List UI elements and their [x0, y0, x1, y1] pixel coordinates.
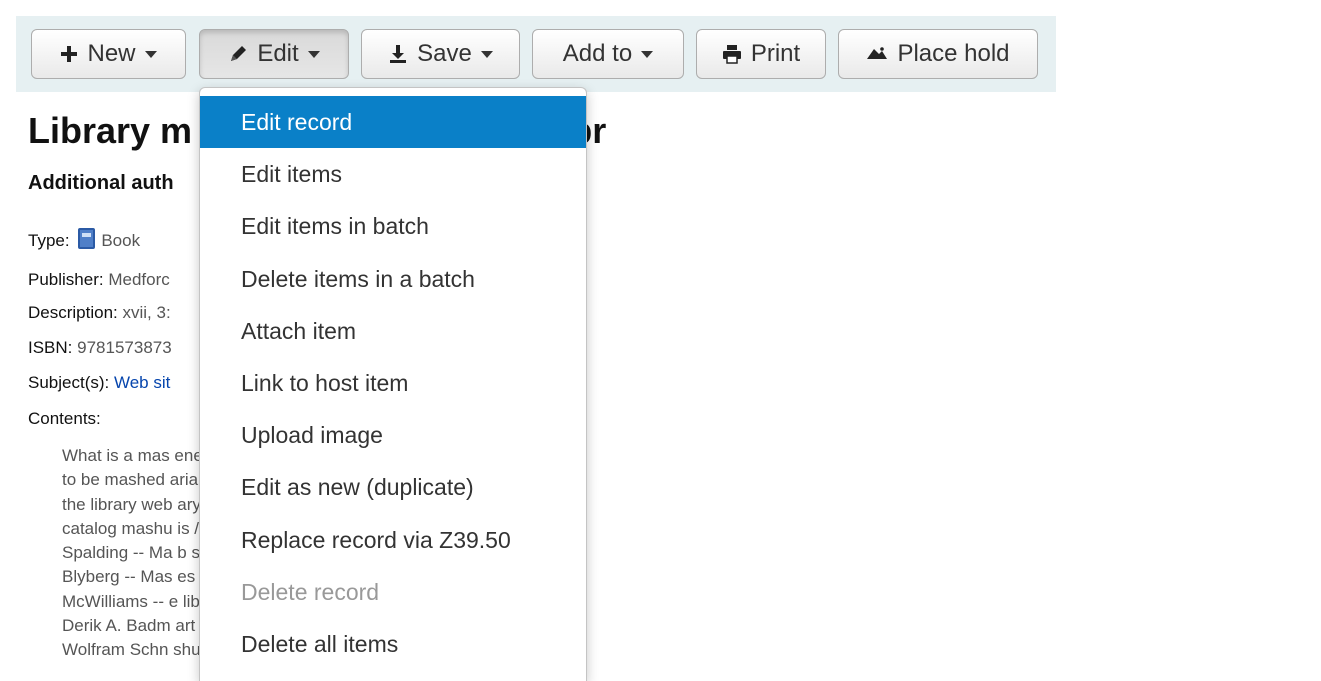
publisher-row: Publisher: Medforc	[28, 270, 170, 290]
plus-icon	[60, 45, 78, 63]
chevron-down-icon	[480, 50, 493, 58]
menu-item-edit-as-new[interactable]: Edit as new (duplicate)	[200, 461, 586, 513]
add-to-button-label: Add to	[562, 40, 633, 67]
printer-icon	[722, 44, 742, 64]
chevron-down-icon	[641, 50, 654, 58]
type-row: Type: Book	[28, 228, 140, 251]
book-icon	[78, 228, 96, 249]
subjects-row: Subject(s): Web sit	[28, 373, 170, 393]
new-button-label: New	[87, 40, 136, 67]
download-icon	[388, 44, 408, 64]
isbn-value: 9781573873	[77, 338, 172, 357]
publisher-label: Publisher:	[28, 270, 104, 289]
menu-item-delete-record: Delete record	[241, 578, 380, 605]
place-hold-button[interactable]: Place hold	[838, 29, 1038, 79]
menu-item-attach-item[interactable]: Attach item	[200, 305, 586, 357]
toolbar: New Edit Save Add to Print Place hold	[16, 16, 1056, 92]
description-value: xvii, 3:	[122, 303, 171, 322]
save-button[interactable]: Save	[361, 29, 520, 79]
menu-item-delete-all-items[interactable]: Delete all items	[200, 618, 586, 670]
print-button[interactable]: Print	[696, 29, 826, 79]
menu-item-edit-items-in-batch[interactable]: Edit items in batch	[200, 200, 586, 252]
subjects-label: Subject(s):	[28, 373, 110, 392]
isbn-row: ISBN: 9781573873	[28, 338, 172, 358]
chevron-down-icon	[307, 50, 320, 58]
print-button-label: Print	[750, 40, 801, 67]
additional-authors-label: Additional auth	[28, 172, 174, 194]
menu-item-edit-items[interactable]: Edit items	[200, 148, 586, 200]
menu-item-delete-items-in-batch[interactable]: Delete items in a batch	[200, 253, 586, 305]
menu-item-replace-record-z3950[interactable]: Replace record via Z39.50	[200, 514, 586, 566]
description-row: Description: xvii, 3:	[28, 303, 171, 323]
chevron-down-icon	[144, 50, 157, 58]
hold-icon	[866, 46, 888, 62]
add-to-button[interactable]: Add to	[532, 29, 684, 79]
pencil-icon	[228, 44, 248, 64]
save-button-label: Save	[417, 40, 472, 67]
publisher-value: Medforc	[108, 270, 170, 289]
type-value: Book	[101, 231, 141, 250]
description-label: Description:	[28, 303, 118, 322]
edit-button[interactable]: Edit	[199, 29, 349, 79]
menu-item-link-to-host-item[interactable]: Link to host item	[200, 357, 586, 409]
edit-dropdown-menu: Edit record Edit items Edit items in bat…	[199, 87, 587, 681]
subject-link[interactable]: Web sit	[114, 373, 170, 392]
contents-label: Contents:	[28, 409, 101, 428]
menu-item-upload-image[interactable]: Upload image	[200, 409, 586, 461]
place-hold-button-label: Place hold	[897, 40, 1010, 67]
isbn-label: ISBN:	[28, 338, 73, 357]
menu-item-edit-record[interactable]: Edit record	[200, 96, 586, 149]
type-label: Type:	[28, 231, 70, 250]
new-button[interactable]: New	[31, 29, 186, 79]
edit-button-label: Edit	[257, 40, 299, 67]
